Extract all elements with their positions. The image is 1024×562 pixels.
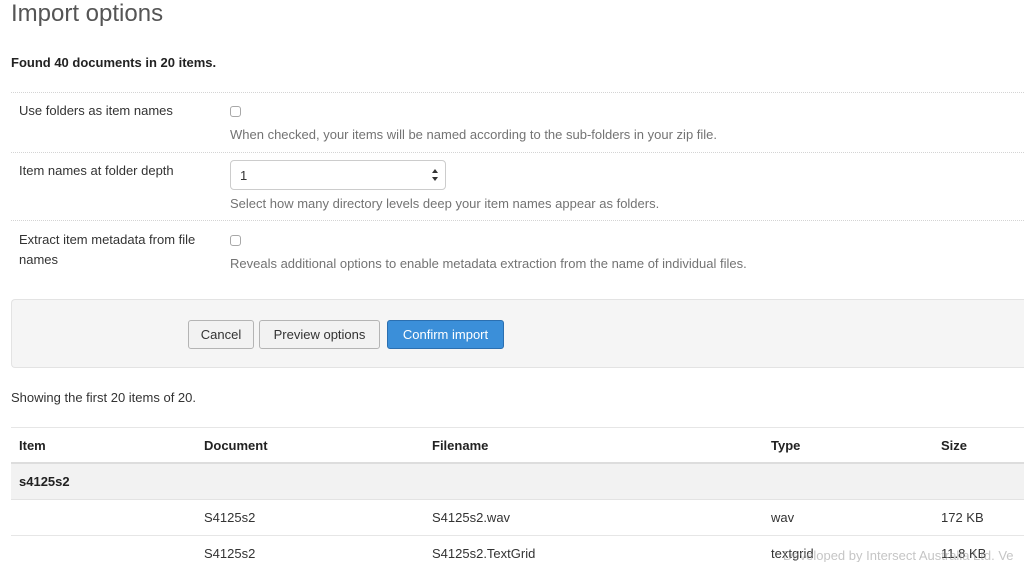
use-folders-checkbox[interactable] [230,106,241,117]
row-filename: S4125s2.wav [432,510,511,525]
table-group-row: s4125s2 [11,464,1024,500]
option-row-folder-depth: Item names at folder depth 1 Select how … [11,152,1024,221]
folder-depth-select[interactable]: 1 [230,160,446,190]
table-row: S4125s2 S4125s2.wav wav 172 KB [11,500,1024,536]
footer-credit: Developed by Intersect Australia Ltd. Ve [783,548,1014,562]
documents-found-summary: Found 40 documents in 20 items. [11,55,217,70]
column-header-type[interactable]: Type [771,428,800,464]
use-folders-help: When checked, your items will be named a… [230,127,718,142]
import-options-page: Import options Found 40 documents in 20 … [0,0,1024,562]
group-item-name: s4125s2 [19,474,70,489]
column-header-document[interactable]: Document [204,428,268,464]
column-header-item[interactable]: Item [19,428,46,464]
preview-options-button[interactable]: Preview options [259,320,380,349]
row-filename: S4125s2.TextGrid [432,546,536,561]
folder-depth-selected-value: 1 [240,168,248,183]
table-header-row: Item Document Filename Type Size [11,427,1024,464]
row-document: S4125s2 [204,546,256,561]
row-document: S4125s2 [204,510,256,525]
extract-metadata-label: Extract item metadata from file names [19,232,196,267]
extract-metadata-checkbox[interactable] [230,235,241,246]
option-row-use-folders: Use folders as item names When checked, … [11,92,1024,153]
column-header-filename[interactable]: Filename [432,428,488,464]
cancel-button[interactable]: Cancel [188,320,254,349]
folder-depth-help: Select how many directory levels deep yo… [230,196,660,211]
option-row-extract-metadata: Extract item metadata from file names Re… [11,220,1024,283]
folder-depth-label: Item names at folder depth [19,163,174,178]
use-folders-label: Use folders as item names [19,103,173,118]
row-size: 172 KB [941,510,984,525]
form-actions-panel: Cancel Preview options Confirm import [11,299,1024,368]
items-showing-summary: Showing the first 20 items of 20. [11,390,196,405]
column-header-size[interactable]: Size [941,428,967,464]
row-type: wav [771,510,795,525]
confirm-import-button[interactable]: Confirm import [387,320,504,349]
select-updown-icon [432,169,438,181]
extract-metadata-help: Reveals additional options to enable met… [230,256,747,271]
page-title: Import options [11,0,164,27]
